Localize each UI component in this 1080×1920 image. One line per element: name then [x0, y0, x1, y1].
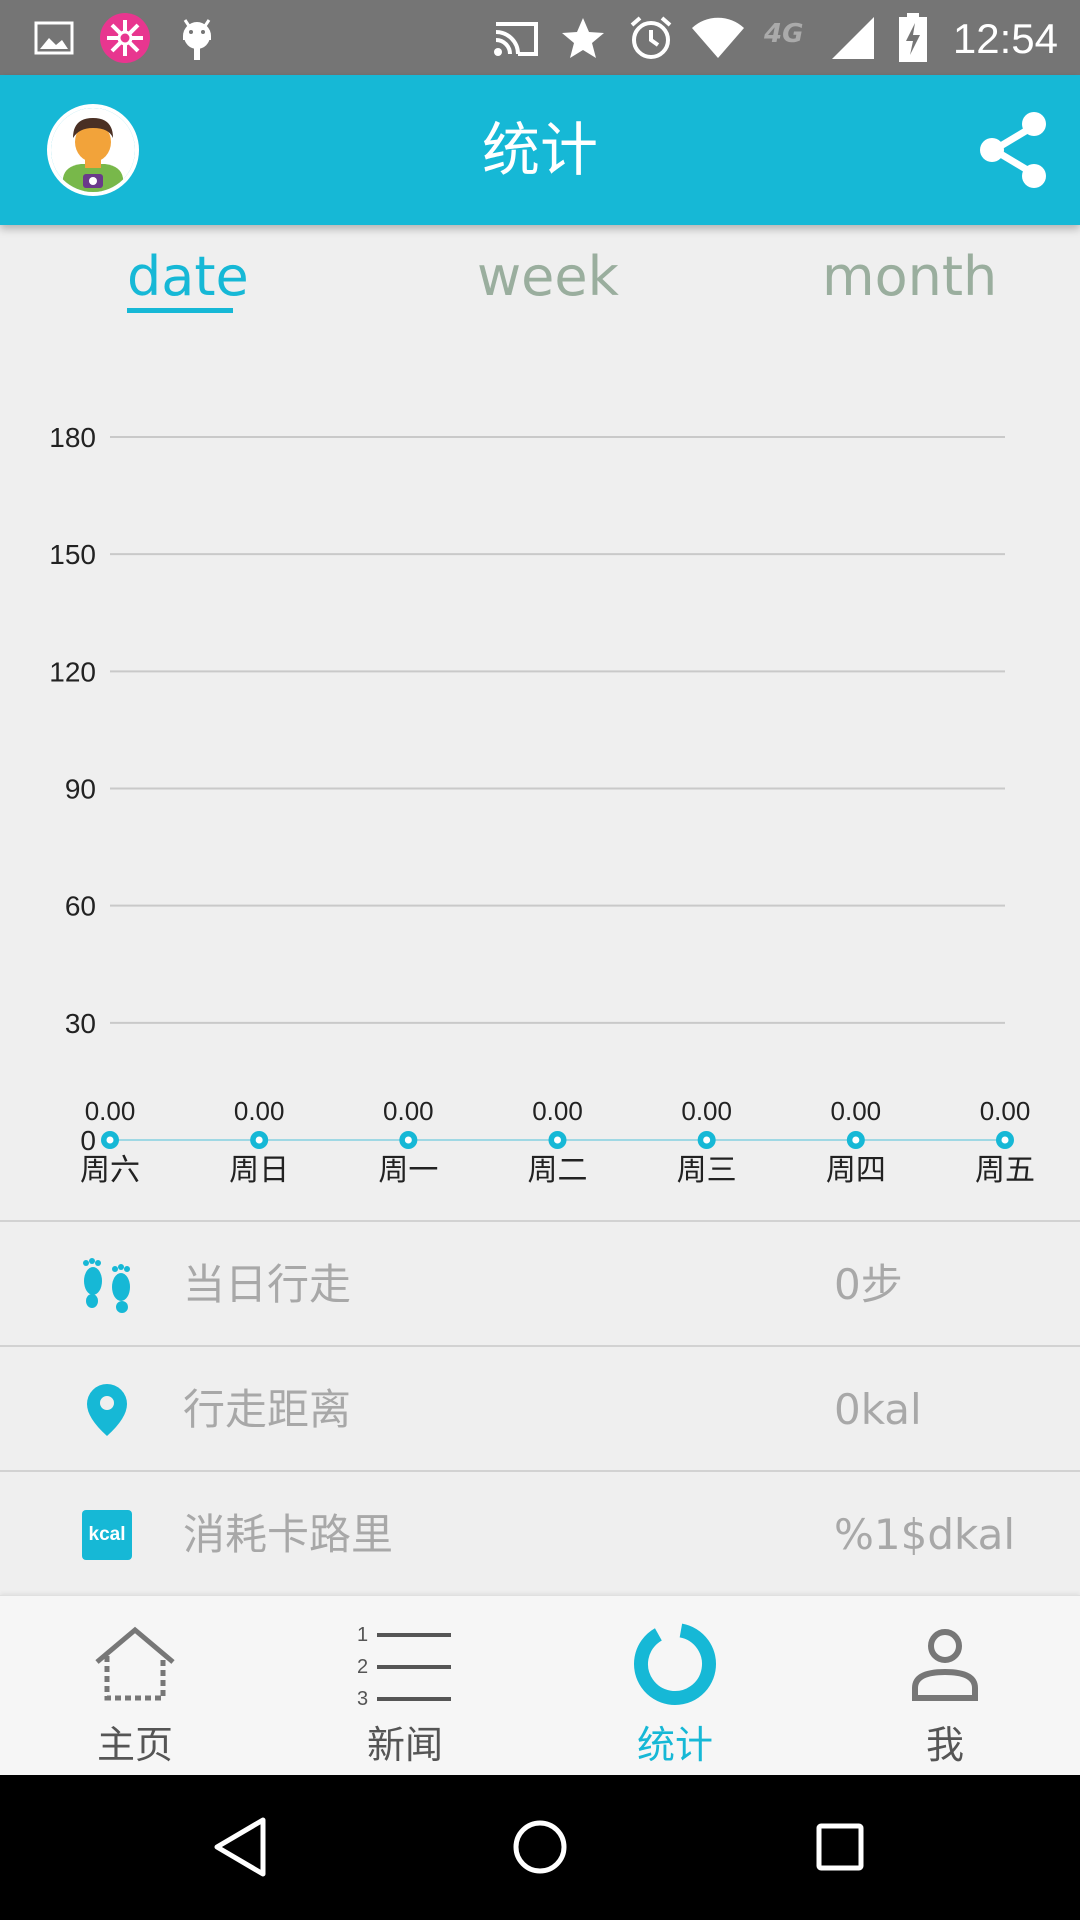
- tab-date[interactable]: date: [127, 245, 249, 308]
- stat-row-calories: kcal 消耗卡路里 %1$dkal: [0, 1470, 1080, 1595]
- location-pin-icon: [72, 1375, 142, 1445]
- steps-line-chart: 0 30 60 90 120 150 180 0.00 周六 0.00 周日 0.00 周一 0.00 周二…: [49, 422, 1035, 1188]
- recents-square-icon: [816, 1823, 864, 1871]
- person-icon: [895, 1614, 995, 1714]
- nav-item-me[interactable]: 我: [810, 1596, 1080, 1776]
- active-tab-indicator: [127, 308, 233, 313]
- footprints-icon: [72, 1250, 142, 1320]
- cast-icon: [492, 14, 540, 62]
- x-tick-label: 周三: [677, 1153, 737, 1188]
- stats-ring-icon: [625, 1614, 725, 1714]
- stat-label: 当日行走: [183, 1260, 352, 1309]
- y-tick-label: 180: [49, 422, 96, 453]
- x-tick-label: 周五: [975, 1153, 1035, 1188]
- x-tick-label: 周日: [229, 1153, 289, 1188]
- x-tick-label: 周四: [826, 1153, 886, 1188]
- nav-item-home[interactable]: 主页: [0, 1596, 270, 1776]
- nav-item-news[interactable]: 1 2 3 新闻: [270, 1596, 540, 1776]
- status-time: 12:54: [952, 15, 1058, 62]
- stat-label: 消耗卡路里: [183, 1510, 394, 1559]
- kcal-icon-text: kcal: [82, 1510, 132, 1560]
- back-button[interactable]: [205, 1812, 275, 1882]
- nav-label: 主页: [96, 1723, 173, 1767]
- kcal-icon: kcal: [72, 1500, 142, 1570]
- back-icon: [214, 1817, 266, 1877]
- list-icon: 1 2 3: [355, 1614, 455, 1714]
- tab-month[interactable]: month: [822, 245, 997, 308]
- share-icon: [980, 112, 1046, 188]
- data-label: 0.00: [532, 1096, 583, 1126]
- y-tick-label: 120: [49, 656, 96, 687]
- wifi-icon: [690, 14, 746, 62]
- status-bar: 4G 12:54: [0, 0, 1080, 75]
- stat-row-distance: 行走距离 0kal: [0, 1345, 1080, 1470]
- data-point-center: [106, 1136, 114, 1144]
- list-number: 3: [357, 1688, 368, 1709]
- data-point-center: [404, 1136, 412, 1144]
- x-tick-label: 周六: [80, 1153, 140, 1188]
- system-navigation-bar: [0, 1775, 1080, 1920]
- page-title: 统计: [481, 116, 598, 184]
- stat-label: 行走距离: [183, 1385, 352, 1434]
- home-icon: [85, 1614, 185, 1714]
- flower-icon: [99, 13, 151, 63]
- data-label: 0.00: [831, 1096, 882, 1126]
- bottom-navigation: 主页 1 2 3 新闻 统计 我: [0, 1595, 1080, 1775]
- nav-item-stats[interactable]: 统计: [540, 1596, 810, 1776]
- battery-charging-icon: [898, 13, 928, 62]
- stat-row-steps: 当日行走 0步: [0, 1220, 1080, 1345]
- home-system-button[interactable]: [505, 1812, 575, 1882]
- nav-label: 新闻: [366, 1723, 443, 1767]
- data-label: 0.00: [85, 1096, 136, 1126]
- data-point-center: [703, 1136, 711, 1144]
- stat-value: %1$dkal: [834, 1510, 1016, 1559]
- y-tick-label: 60: [65, 891, 96, 922]
- app-bar: 统计: [0, 75, 1080, 225]
- stats-list: 当日行走 0步 行走距离 0kal kcal 消耗卡路里 %1$dkal: [0, 1220, 1080, 1595]
- share-button[interactable]: [972, 108, 1056, 192]
- network-type-label: 4G: [764, 19, 804, 49]
- y-tick-label: 0: [80, 1125, 96, 1156]
- data-point-center: [554, 1136, 561, 1144]
- nav-label: 统计: [636, 1723, 713, 1767]
- data-label: 0.00: [234, 1096, 285, 1126]
- data-label: 0.00: [383, 1096, 434, 1126]
- tab-week[interactable]: week: [477, 245, 619, 308]
- data-point-center: [852, 1136, 860, 1144]
- x-tick-label: 周一: [378, 1153, 438, 1188]
- data-label: 0.00: [980, 1096, 1031, 1126]
- data-point-center: [1001, 1136, 1009, 1144]
- y-tick-label: 150: [49, 539, 96, 570]
- list-number: 2: [357, 1656, 368, 1678]
- data-point-center: [255, 1136, 263, 1144]
- stat-value: 0步: [834, 1260, 903, 1309]
- android-icon: [177, 14, 217, 62]
- recents-button[interactable]: [805, 1812, 875, 1882]
- nav-label: 我: [925, 1723, 964, 1767]
- x-tick-label: 周二: [528, 1153, 588, 1188]
- stat-value: 0kal: [834, 1385, 922, 1434]
- star-icon: [560, 14, 606, 62]
- image-icon: [34, 14, 74, 62]
- list-number: 1: [357, 1624, 368, 1646]
- data-label: 0.00: [681, 1096, 732, 1126]
- y-tick-label: 90: [65, 774, 96, 805]
- home-circle-icon: [513, 1820, 567, 1874]
- signal-icon: [826, 14, 876, 62]
- alarm-icon: [628, 14, 674, 62]
- y-tick-label: 30: [65, 1008, 96, 1039]
